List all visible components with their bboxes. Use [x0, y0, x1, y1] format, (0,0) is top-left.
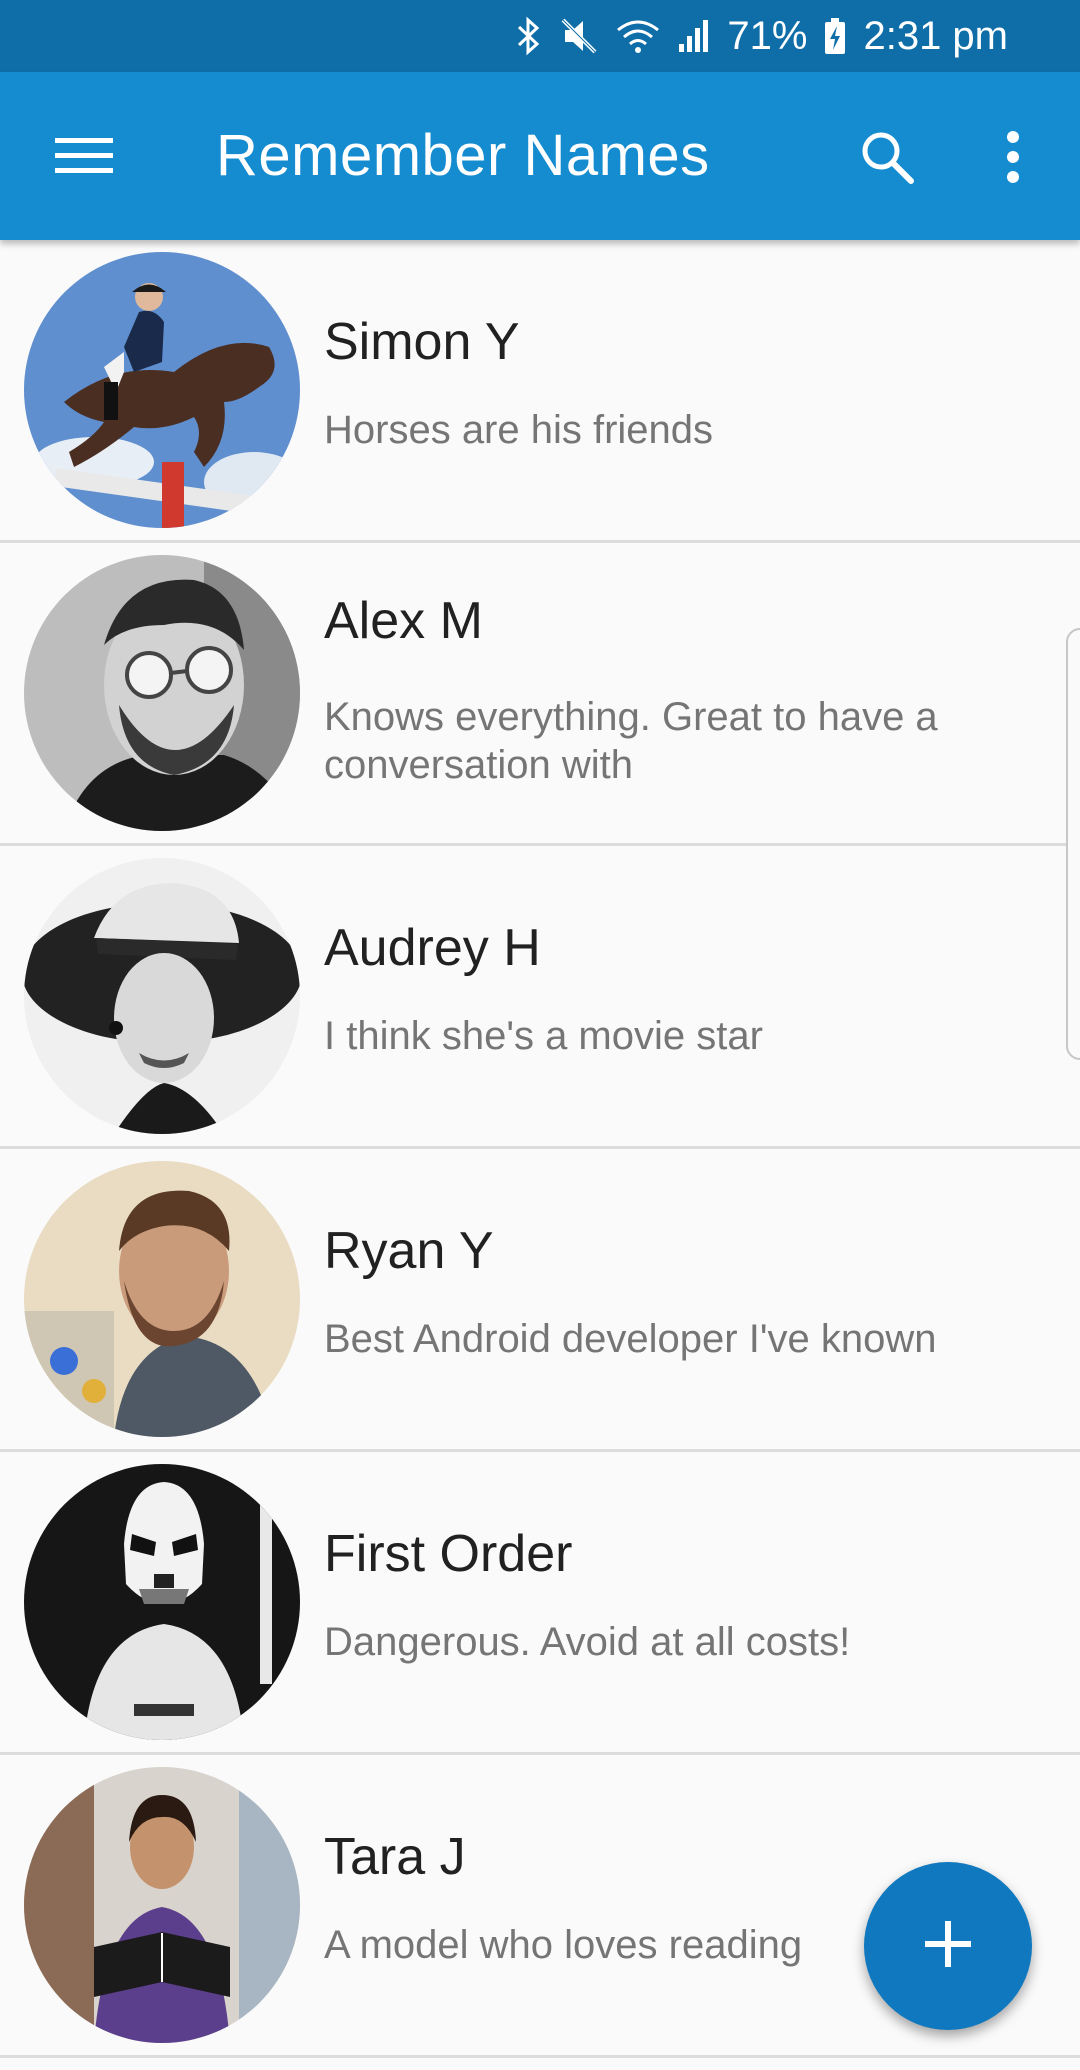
avatar-woman-book — [24, 1767, 300, 2043]
person-note: Best Android developer I've known — [324, 1317, 937, 1361]
person-note: Horses are his friends — [324, 408, 714, 452]
list-item[interactable]: Ryan Y Best Android developer I've known — [0, 1149, 1080, 1452]
person-note: Knows everything. Great to have a conver… — [324, 695, 938, 787]
bluetooth-icon — [513, 16, 543, 56]
avatar-woman-hat — [24, 858, 300, 1134]
app-bar: Remember Names — [0, 72, 1080, 240]
person-name: First Order — [324, 1525, 573, 1583]
status-bar: 71% 2:31 pm — [0, 0, 1080, 72]
fast-scroll-handle[interactable] — [1066, 628, 1080, 1060]
person-name: Simon Y — [324, 313, 520, 371]
list-item[interactable]: Audrey H I think she's a movie star — [0, 846, 1080, 1149]
list-item[interactable]: Alex M Knows everything. Great to have a… — [0, 543, 1080, 846]
person-note: Dangerous. Avoid at all costs! — [324, 1620, 851, 1664]
person-name: Alex M — [324, 592, 483, 650]
person-name: Tara J — [324, 1828, 466, 1886]
avatar-man-beard — [24, 1161, 300, 1437]
person-name: Ryan Y — [324, 1222, 494, 1280]
search-icon[interactable] — [842, 112, 932, 202]
mute-icon — [559, 16, 599, 56]
more-vert-icon[interactable] — [968, 112, 1058, 202]
list-item[interactable]: First Order Dangerous. Avoid at all cost… — [0, 1452, 1080, 1755]
app-title: Remember Names — [216, 123, 710, 188]
person-name: Audrey H — [324, 919, 541, 977]
plus-icon — [923, 1919, 973, 1974]
clock: 2:31 pm — [863, 13, 1008, 58]
hamburger-menu-icon[interactable] — [30, 112, 138, 200]
avatar-man-sunglasses — [24, 555, 300, 831]
wifi-icon — [615, 16, 661, 56]
avatar-horse-rider — [24, 252, 300, 528]
list-item[interactable]: Simon Y Horses are his friends — [0, 240, 1080, 543]
battery-percent: 71% — [727, 13, 808, 58]
signal-icon — [677, 16, 711, 56]
avatar-stormtrooper — [24, 1464, 300, 1740]
person-note: I think she's a movie star — [324, 1014, 763, 1058]
people-list: Simon Y Horses are his friends Alex M Kn… — [0, 240, 1080, 2070]
add-person-button[interactable] — [864, 1862, 1032, 2030]
battery-charging-icon — [823, 16, 847, 56]
